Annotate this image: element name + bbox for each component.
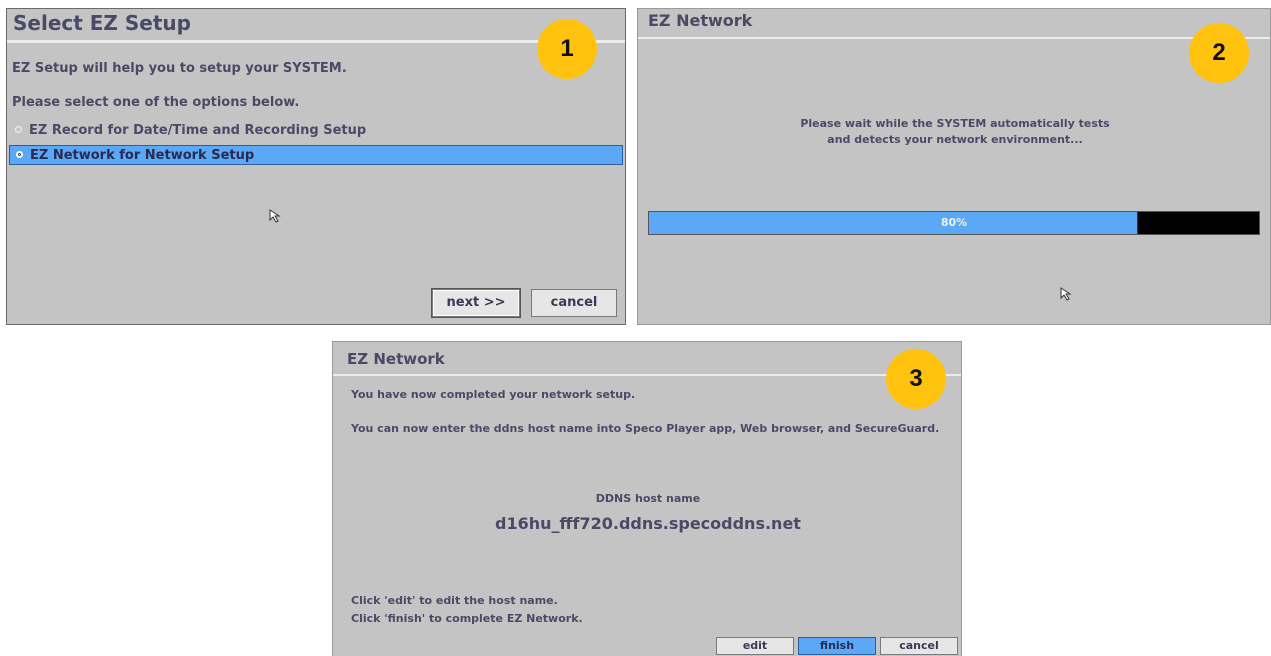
ez-network-complete-panel: EZ Network 3 You have now completed your… — [332, 341, 962, 656]
mouse-cursor-icon — [1060, 287, 1072, 301]
progress-label: 80% — [940, 216, 968, 229]
wait-message-line1: Please wait while the SYSTEM automatical… — [800, 117, 1110, 130]
mouse-cursor-icon — [269, 209, 281, 223]
option-label: EZ Record for Date/Time and Recording Se… — [29, 123, 367, 138]
title-divider — [333, 374, 961, 376]
intro-text: EZ Setup will help you to setup your SYS… — [12, 61, 347, 76]
cancel-button[interactable]: cancel — [880, 637, 958, 655]
cancel-button[interactable]: cancel — [531, 289, 617, 317]
finish-button[interactable]: finish — [798, 637, 876, 655]
panel-title: EZ Network — [648, 11, 753, 30]
finish-hint: Click 'finish' to complete EZ Network. — [351, 612, 583, 625]
ddns-host-value: d16hu_fff720.ddns.specoddns.net — [495, 514, 801, 533]
panel-title: Select EZ Setup — [13, 11, 191, 35]
option-label: EZ Network for Network Setup — [30, 148, 255, 163]
next-button[interactable]: next >> — [432, 289, 520, 317]
title-divider — [638, 37, 1270, 39]
option-ez-network[interactable]: EZ Network for Network Setup — [9, 145, 623, 165]
step-badge: 1 — [537, 19, 597, 79]
option-ez-record[interactable]: EZ Record for Date/Time and Recording Se… — [9, 121, 366, 141]
completed-text: You have now completed your network setu… — [351, 388, 636, 401]
prompt-text: Please select one of the options below. — [12, 95, 300, 110]
panel-title: EZ Network — [347, 350, 445, 368]
select-ez-setup-panel: Select EZ Setup 1 EZ Setup will help you… — [6, 8, 626, 325]
step-badge: 2 — [1189, 23, 1249, 83]
progress-bar: 80% — [648, 211, 1260, 235]
wait-message-line2: and detects your network environment... — [827, 133, 1083, 146]
instructions-text: You can now enter the ddns host name int… — [351, 422, 940, 435]
radio-icon — [15, 126, 22, 133]
edit-button[interactable]: edit — [716, 637, 794, 655]
title-divider — [7, 40, 625, 43]
ddns-host-label: DDNS host name — [595, 492, 701, 505]
ez-network-progress-panel: EZ Network 2 Please wait while the SYSTE… — [637, 8, 1271, 325]
step-badge: 3 — [886, 349, 946, 409]
edit-hint: Click 'edit' to edit the host name. — [351, 594, 558, 607]
radio-selected-icon — [16, 151, 23, 158]
